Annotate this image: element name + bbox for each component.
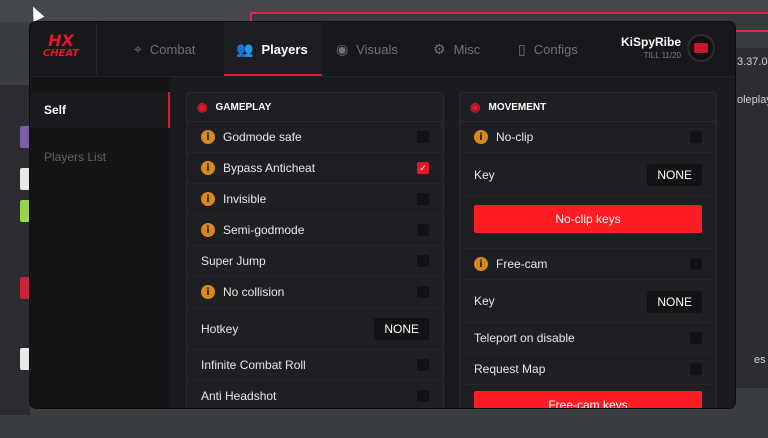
tab-label: Misc [453, 41, 481, 57]
panel-header: ◉ GAMEPLAY [187, 93, 443, 122]
tab-players[interactable]: 👥 Players [224, 22, 322, 76]
avatar-image [694, 43, 708, 53]
option-label: Anti Headshot [201, 389, 277, 403]
option-infinite-combat-roll[interactable]: Infinite Combat Roll [187, 350, 443, 381]
option-label: Request Map [474, 362, 546, 376]
brand-logo: HX CHEAT [42, 31, 80, 60]
background-text: oleplay [737, 94, 768, 106]
option-label: No collision [223, 285, 285, 299]
gear-icon: ⚙ [433, 40, 446, 57]
option-label: Semi-godmode [223, 223, 305, 237]
option-no-collision[interactable]: i No collision [187, 277, 443, 308]
tab-visuals[interactable]: ◉ Visuals [336, 22, 398, 76]
background-strip [20, 200, 30, 222]
checkbox[interactable] [690, 258, 702, 270]
tab-label: Combat [149, 41, 196, 57]
option-free-cam[interactable]: i Free-cam [460, 249, 716, 280]
tab-label: Configs [533, 41, 578, 57]
free-cam-keys-button[interactable]: Free-cam keys [474, 391, 702, 408]
option-super-jump[interactable]: Super Jump [187, 246, 443, 277]
checkbox[interactable] [417, 255, 429, 267]
option-no-clip-key: Key NONE [460, 153, 716, 197]
option-label: Key [474, 294, 495, 308]
option-label: Bypass Anticheat [223, 161, 316, 175]
movement-panel: ◉ MOVEMENT i No-clip Key NONE No-clip ke… [459, 92, 717, 408]
option-label: No-clip [496, 130, 534, 144]
info-icon: i [474, 130, 488, 144]
free-cam-keys-row: Free-cam keys [460, 391, 716, 408]
avatar[interactable] [687, 34, 715, 62]
option-invisible[interactable]: i Invisible [187, 184, 443, 215]
tab-configs[interactable]: ▯ Configs [518, 22, 578, 76]
users-icon: 👥 [236, 40, 254, 57]
no-clip-keys-row: No-clip keys [460, 205, 716, 249]
option-label: Infinite Combat Roll [201, 358, 306, 372]
subscription-expiry: TILL 11/20 [643, 51, 681, 60]
option-label: Hotkey [201, 321, 239, 336]
panel-title: GAMEPLAY [215, 101, 272, 113]
info-icon: i [201, 192, 215, 206]
eye-icon: ◉ [197, 100, 208, 114]
eye-icon: ◉ [336, 40, 349, 57]
option-anti-headshot[interactable]: Anti Headshot [187, 381, 443, 408]
checkbox[interactable] [417, 359, 429, 371]
background-strip [20, 277, 30, 299]
sidebar-item-players-list[interactable]: Players List [30, 139, 170, 175]
key-selector[interactable]: NONE [647, 291, 702, 313]
background-strip [20, 168, 30, 190]
sidebar-item-self[interactable]: Self [30, 92, 170, 128]
option-free-cam-key: Key NONE [460, 280, 716, 323]
checkbox[interactable] [417, 286, 429, 298]
info-icon: i [201, 161, 215, 175]
option-label: Free-cam [496, 257, 548, 271]
option-label: Invisible [223, 192, 267, 206]
info-icon: i [201, 130, 215, 144]
tab-label: Players [261, 41, 308, 57]
key-selector[interactable]: NONE [647, 164, 702, 186]
hotkey-selector[interactable]: NONE [374, 318, 429, 340]
gameplay-panel: ◉ GAMEPLAY i Godmode safe i Bypass Antic… [186, 92, 444, 408]
divider [96, 22, 97, 76]
crosshair-icon: ⌖ [134, 40, 142, 57]
option-label: Godmode safe [223, 130, 302, 144]
checkbox[interactable] [690, 363, 702, 375]
checkbox[interactable] [417, 390, 429, 402]
checkbox[interactable] [417, 224, 429, 236]
checkbox[interactable] [690, 131, 702, 143]
background-text: 3.37.0 [737, 56, 768, 68]
tab-label: Visuals [356, 41, 398, 57]
checkbox-checked[interactable]: ✓ [417, 162, 429, 174]
option-no-clip[interactable]: i No-clip [460, 122, 716, 153]
option-teleport-on-disable[interactable]: Teleport on disable [460, 323, 716, 354]
option-request-map[interactable]: Request Map [460, 354, 716, 385]
option-label: Teleport on disable [474, 331, 575, 345]
checkbox[interactable] [417, 193, 429, 205]
background-text: es [754, 354, 766, 366]
eye-icon: ◉ [470, 100, 481, 114]
option-bypass-anticheat[interactable]: i Bypass Anticheat ✓ [187, 153, 443, 184]
panel-header: ◉ MOVEMENT [460, 93, 716, 122]
option-godmode-safe[interactable]: i Godmode safe [187, 122, 443, 153]
option-semi-godmode[interactable]: i Semi-godmode [187, 215, 443, 246]
background-strip [20, 348, 30, 370]
checkbox[interactable] [417, 131, 429, 143]
panel-title: MOVEMENT [488, 101, 547, 113]
no-clip-keys-button[interactable]: No-clip keys [474, 205, 702, 233]
info-icon: i [474, 257, 488, 271]
option-label: Super Jump [201, 254, 266, 268]
user-name: KiSpyRibe [620, 35, 681, 49]
sidebar: Self Players List [30, 77, 170, 408]
info-icon: i [201, 223, 215, 237]
option-hotkey: Hotkey NONE [187, 308, 443, 350]
info-icon: i [201, 285, 215, 299]
option-label: Key [474, 167, 495, 182]
background-strip [20, 126, 30, 148]
checkbox[interactable] [690, 332, 702, 344]
tab-combat[interactable]: ⌖ Combat [134, 22, 195, 76]
tab-misc[interactable]: ⚙ Misc [433, 22, 480, 76]
cheat-menu-window: HX CHEAT ⌖ Combat 👥 Players ◉ Visuals ⚙ M… [30, 22, 735, 408]
file-icon: ▯ [518, 40, 526, 57]
top-navigation: HX CHEAT ⌖ Combat 👥 Players ◉ Visuals ⚙ M… [30, 22, 735, 77]
